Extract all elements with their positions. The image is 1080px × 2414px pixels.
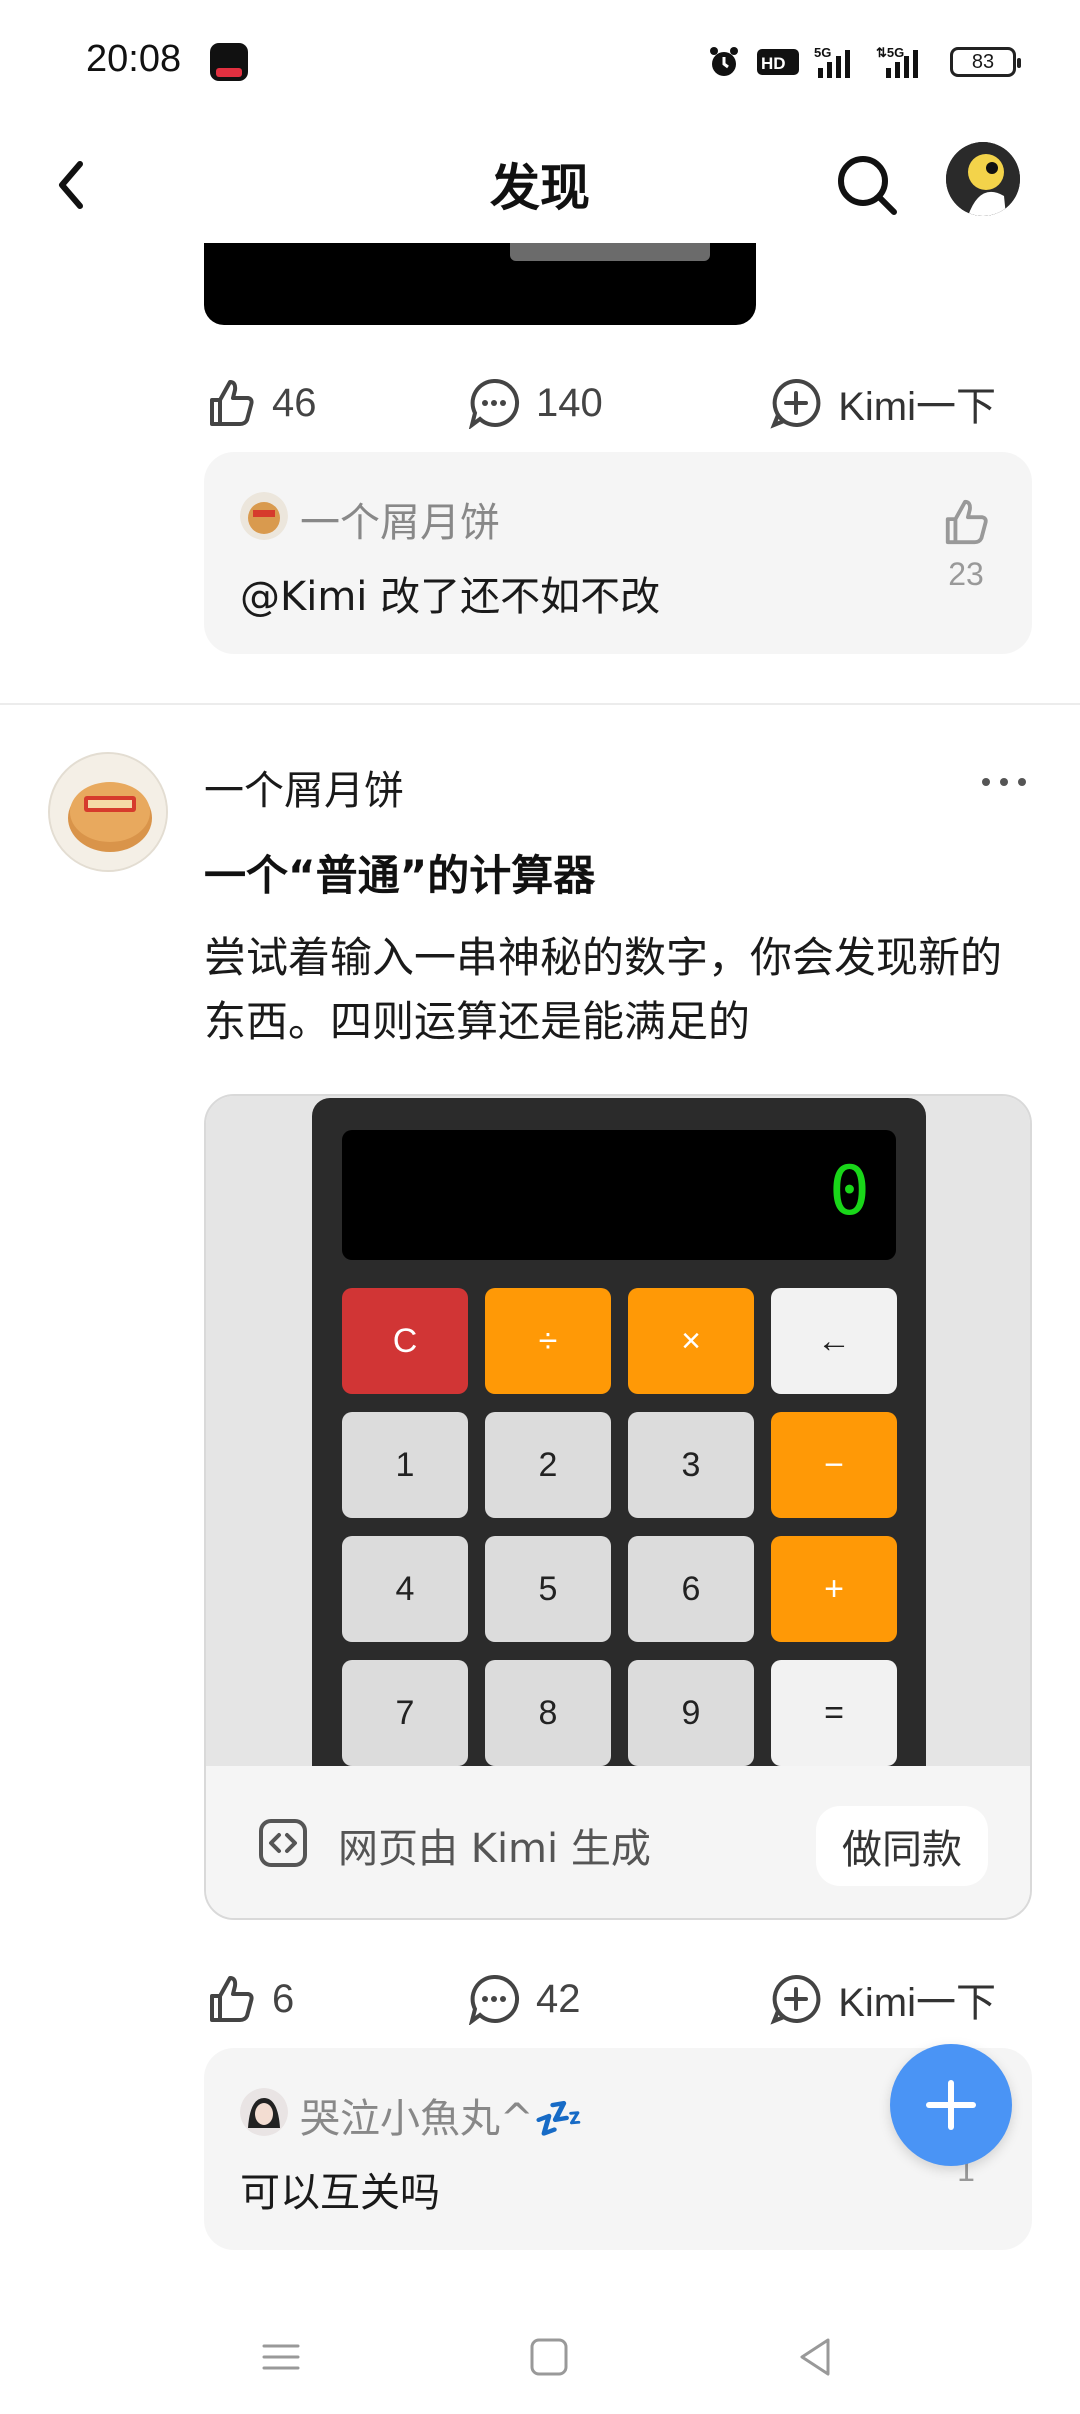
- author-name[interactable]: 一个屑月饼: [204, 758, 404, 816]
- thumbs-up-icon: [210, 380, 254, 426]
- comment-like-count: 23: [948, 556, 984, 592]
- alarm-icon: [710, 47, 738, 76]
- key-equals[interactable]: =: [771, 1660, 897, 1766]
- comment-like-button[interactable]: 23: [936, 498, 996, 593]
- 5g-signal-icon: 5G: [814, 45, 850, 78]
- key-9[interactable]: 9: [628, 1660, 754, 1766]
- create-button[interactable]: [890, 2044, 1012, 2166]
- post-actions: 6 42 Kimi一下: [206, 1964, 996, 2034]
- user-avatar[interactable]: [946, 142, 1020, 216]
- add-circle-icon: [770, 1974, 821, 2025]
- comment-button[interactable]: 140: [468, 377, 603, 429]
- preview-footer: 网页由 Kimi 生成 做同款: [206, 1766, 1030, 1918]
- status-bar: 20:08 HD 5G ⇅5G 83: [0, 0, 1080, 130]
- kimi-label: Kimi一下: [838, 1981, 996, 2025]
- key-4[interactable]: 4: [342, 1536, 468, 1642]
- key-6[interactable]: 6: [628, 1536, 754, 1642]
- like-count: 6: [272, 1976, 295, 2021]
- home-icon[interactable]: [514, 2322, 584, 2392]
- divider: [0, 703, 1080, 705]
- key-5[interactable]: 5: [485, 1536, 611, 1642]
- calculator: 0 C ÷ × ← 1 2 3− 4 5 6 +7 8 9 =: [312, 1098, 926, 1766]
- svg-text:⇅5G: ⇅5G: [876, 45, 904, 60]
- calculator-preview[interactable]: 0 C ÷ × ← 1 2 3− 4 5 6 +7 8 9 =: [206, 1096, 1030, 1766]
- generated-by-label: 网页由 Kimi 生成: [338, 1826, 651, 1872]
- comment-icon: [468, 1974, 520, 2025]
- 5g-signal-icon: ⇅5G: [876, 45, 918, 78]
- calculator-display: 0: [342, 1130, 896, 1260]
- comment-count: 140: [536, 380, 603, 425]
- page-title: 发现: [490, 159, 590, 217]
- more-icon[interactable]: [976, 762, 1032, 802]
- key-multiply[interactable]: ×: [628, 1288, 754, 1394]
- make-same-button[interactable]: 做同款: [816, 1806, 988, 1886]
- key-2[interactable]: 2: [485, 1412, 611, 1518]
- kimi-button[interactable]: Kimi一下: [770, 1970, 996, 2028]
- previous-post-media[interactable]: [204, 243, 756, 325]
- thumbs-up-icon: [210, 1976, 254, 2022]
- code-icon: [259, 1819, 307, 1867]
- top-navigation: 发现: [0, 130, 1080, 240]
- status-icons: HD 5G ⇅5G 83: [706, 42, 1021, 82]
- commenter-avatar: [240, 2088, 288, 2136]
- add-circle-icon: [770, 378, 821, 429]
- comment-count: 42: [536, 1976, 581, 2021]
- key-clear[interactable]: C: [342, 1288, 468, 1394]
- key-plus[interactable]: +: [771, 1536, 897, 1642]
- commenter-avatar: [240, 492, 288, 540]
- system-navigation-bar: [0, 2300, 1080, 2414]
- key-divide[interactable]: ÷: [485, 1288, 611, 1394]
- commenter-name[interactable]: 哭泣小魚丸^💤: [300, 2086, 583, 2144]
- webpage-preview-card[interactable]: 0 C ÷ × ← 1 2 3− 4 5 6 +7 8 9 = 网页由 Kimi 生成 做同款: [204, 1094, 1032, 1920]
- thumbs-up-icon: [945, 499, 988, 545]
- key-8[interactable]: 8: [485, 1660, 611, 1766]
- tiktok-app-icon: [210, 43, 248, 81]
- kimi-button[interactable]: Kimi一下: [770, 374, 996, 432]
- key-minus[interactable]: −: [771, 1412, 897, 1518]
- like-button[interactable]: 46: [206, 378, 317, 428]
- top-comment[interactable]: 一个屑月饼 @Kimi 改了还不如不改 23: [204, 452, 1032, 654]
- search-icon[interactable]: [832, 150, 902, 220]
- hd-icon: HD: [757, 49, 799, 75]
- previous-post-actions: 46 140 Kimi一下: [206, 368, 996, 438]
- like-count: 46: [272, 380, 317, 425]
- svg-text:5G: 5G: [814, 45, 831, 60]
- svg-text:HD: HD: [761, 54, 786, 73]
- status-time: 20:08: [86, 38, 182, 80]
- back-triangle-icon[interactable]: [780, 2322, 850, 2392]
- key-1[interactable]: 1: [342, 1412, 468, 1518]
- comment-text: @Kimi 改了还不如不改: [240, 574, 661, 620]
- commenter-name[interactable]: 一个屑月饼: [300, 490, 500, 548]
- key-backspace[interactable]: ←: [771, 1288, 897, 1394]
- key-3[interactable]: 3: [628, 1412, 754, 1518]
- battery-icon: 83: [950, 47, 1021, 77]
- kimi-label: Kimi一下: [838, 385, 996, 429]
- display-value: 0: [829, 1152, 870, 1231]
- comment-icon: [468, 378, 520, 429]
- comment-text: 可以互关吗: [240, 2170, 440, 2216]
- key-7[interactable]: 7: [342, 1660, 468, 1766]
- menu-icon[interactable]: [246, 2322, 316, 2392]
- comment-button[interactable]: 42: [468, 1973, 581, 2025]
- like-button[interactable]: 6: [206, 1974, 294, 2024]
- author-avatar[interactable]: [48, 752, 168, 872]
- post-title: 一个“普通”的计算器: [204, 851, 596, 900]
- post-body: 尝试着输入一串神秘的数字，你会发现新的东西。四则运算还是能满足的: [204, 933, 1003, 1046]
